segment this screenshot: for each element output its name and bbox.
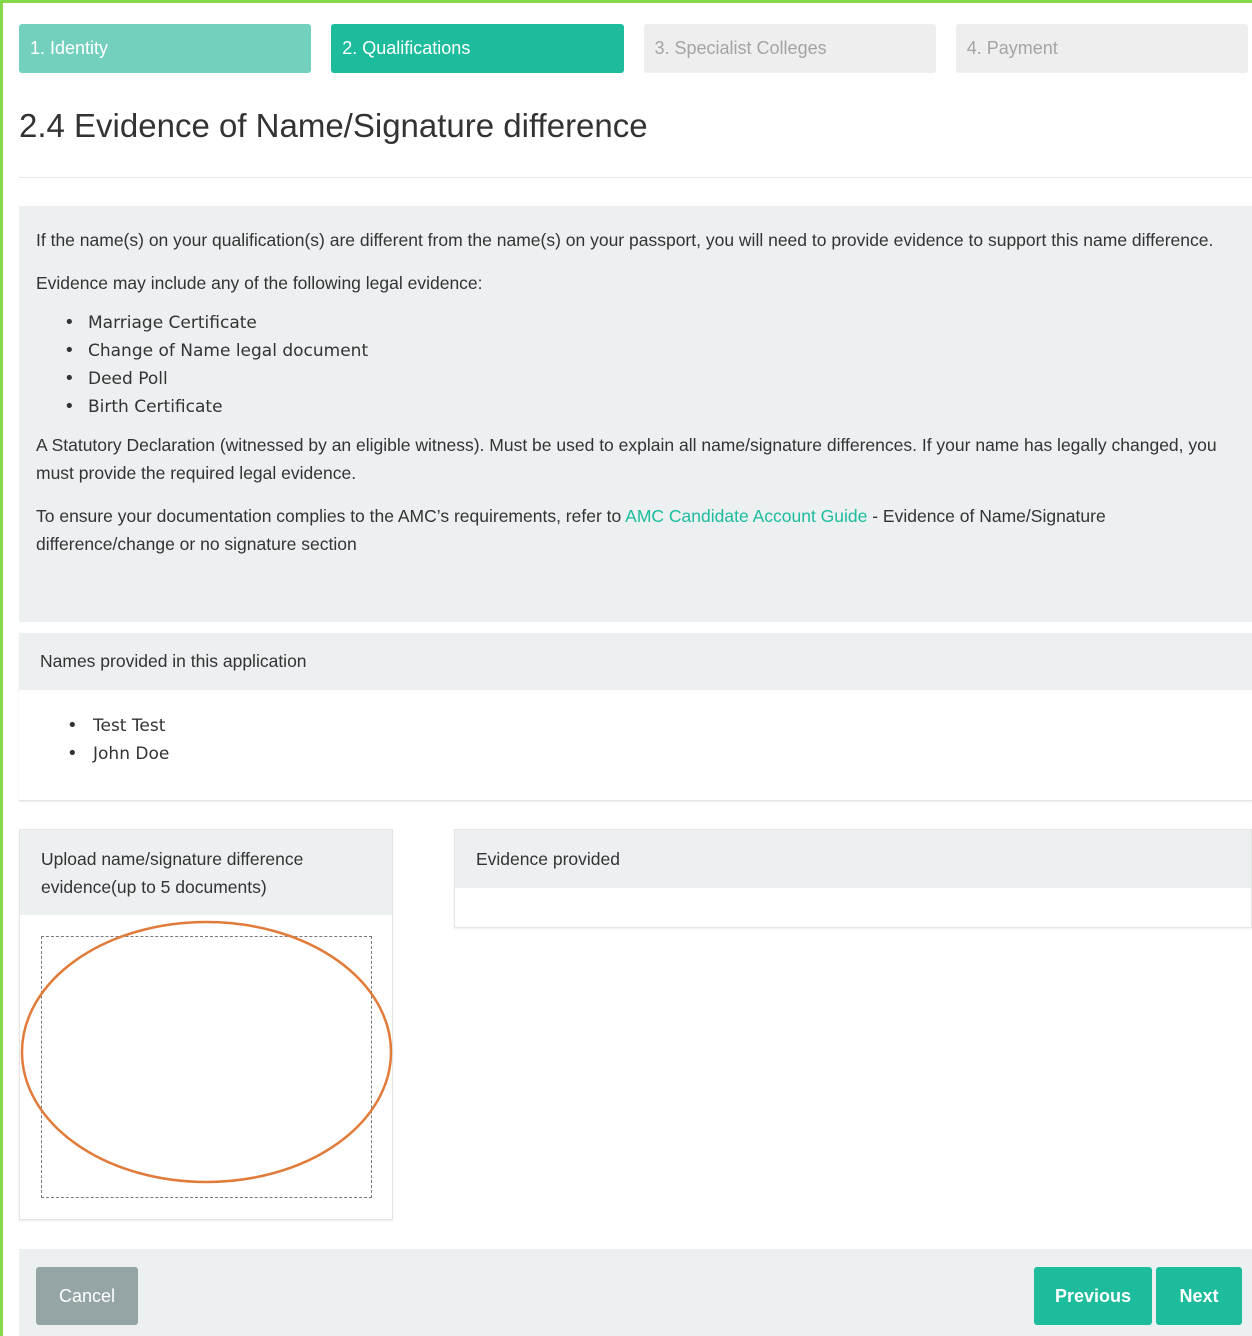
evidence-panel-heading: Evidence provided (455, 830, 1251, 888)
guide-prefix: To ensure your documentation complies to… (36, 506, 626, 526)
upload-panel-heading: Upload name/signature difference evidenc… (20, 830, 392, 915)
wizard-stepper: 1. Identity 2. Qualifications 3. Special… (19, 24, 1248, 73)
names-list: Test Test John Doe (67, 712, 1252, 768)
step-identity[interactable]: 1. Identity (19, 24, 312, 73)
evidence-panel: Evidence provided (454, 829, 1252, 928)
step-qualifications[interactable]: 2. Qualifications (331, 24, 624, 73)
next-button[interactable]: Next (1156, 1267, 1242, 1325)
info-intro: If the name(s) on your qualification(s) … (36, 230, 1214, 250)
title-divider (19, 177, 1252, 178)
step-payment: 4. Payment (955, 24, 1248, 73)
file-dropzone[interactable] (41, 936, 372, 1198)
list-item: Birth Certificate (64, 393, 1240, 421)
step-specialist-colleges: 3. Specialist Colleges (643, 24, 936, 73)
names-panel: Names provided in this application Test … (19, 633, 1252, 801)
info-panel: If the name(s) on your qualification(s) … (19, 206, 1252, 622)
info-guide: To ensure your documentation complies to… (36, 502, 1240, 558)
info-statutory: A Statutory Declaration (witnessed by an… (36, 435, 1217, 483)
page-title: 2.4 Evidence of Name/Signature differenc… (19, 107, 648, 144)
amc-guide-link[interactable]: AMC Candidate Account Guide (625, 506, 867, 526)
list-item: Marriage Certificate (64, 309, 1240, 337)
list-item: Deed Poll (64, 365, 1240, 393)
list-item: Test Test (67, 712, 1252, 740)
names-panel-heading: Names provided in this application (19, 633, 1252, 690)
list-item: John Doe (67, 740, 1252, 768)
previous-button[interactable]: Previous (1034, 1267, 1152, 1325)
upload-panel: Upload name/signature difference evidenc… (19, 829, 393, 1220)
form-footer: Cancel Previous Next (19, 1249, 1252, 1336)
info-evidence-lead: Evidence may include any of the followin… (36, 273, 483, 293)
page-frame: 1. Identity 2. Qualifications 3. Special… (0, 0, 1252, 1336)
evidence-type-list: Marriage Certificate Change of Name lega… (64, 309, 1240, 421)
cancel-button[interactable]: Cancel (36, 1267, 138, 1325)
list-item: Change of Name legal document (64, 337, 1240, 365)
